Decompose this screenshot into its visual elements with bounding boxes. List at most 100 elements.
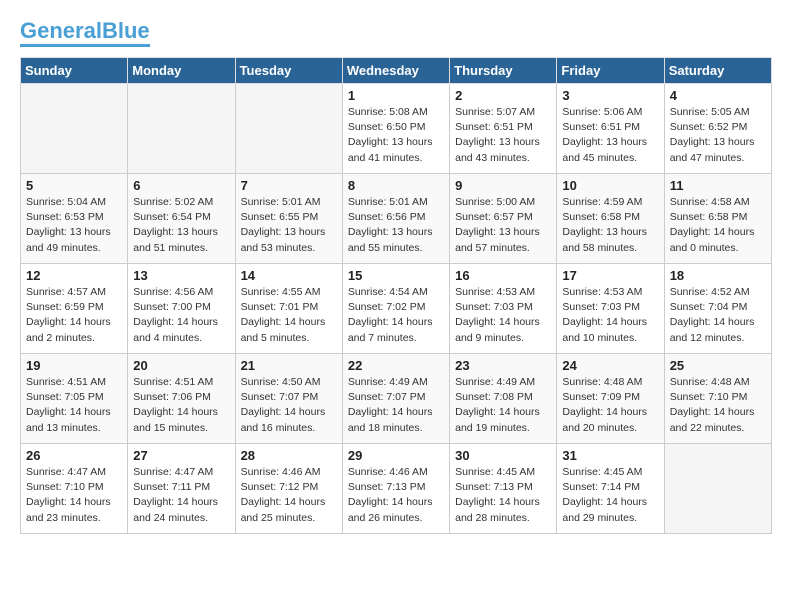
calendar-day-18: 18 Sunrise: 4:52 AM Sunset: 7:04 PM Dayli… bbox=[664, 264, 771, 354]
col-header-sunday: Sunday bbox=[21, 58, 128, 84]
day-number: 11 bbox=[670, 178, 766, 193]
day-info: Sunrise: 4:55 AM Sunset: 7:01 PM Dayligh… bbox=[241, 285, 337, 346]
day-info: Sunrise: 4:47 AM Sunset: 7:11 PM Dayligh… bbox=[133, 465, 229, 526]
day-number: 20 bbox=[133, 358, 229, 373]
col-header-tuesday: Tuesday bbox=[235, 58, 342, 84]
calendar-day-empty bbox=[21, 84, 128, 174]
logo-text: GeneralBlue bbox=[20, 20, 150, 42]
calendar-table: SundayMondayTuesdayWednesdayThursdayFrid… bbox=[20, 57, 772, 534]
calendar-day-6: 6Sunrise: 5:02 AM Sunset: 6:54 PM Daylig… bbox=[128, 174, 235, 264]
day-info: Sunrise: 4:52 AM Sunset: 7:04 PM Dayligh… bbox=[670, 285, 766, 346]
day-info: Sunrise: 5:04 AM Sunset: 6:53 PM Dayligh… bbox=[26, 195, 122, 256]
day-number: 28 bbox=[241, 448, 337, 463]
day-info: Sunrise: 4:49 AM Sunset: 7:08 PM Dayligh… bbox=[455, 375, 551, 436]
calendar-day-16: 16 Sunrise: 4:53 AM Sunset: 7:03 PM Dayli… bbox=[450, 264, 557, 354]
day-info: Sunrise: 4:56 AM Sunset: 7:00 PM Dayligh… bbox=[133, 285, 229, 346]
calendar-day-14: 14 Sunrise: 4:55 AM Sunset: 7:01 PM Dayli… bbox=[235, 264, 342, 354]
day-number: 17 bbox=[562, 268, 658, 283]
calendar-day-3: 3 Sunrise: 5:06 AM Sunset: 6:51 PM Daylig… bbox=[557, 84, 664, 174]
calendar-day-23: 23 Sunrise: 4:49 AM Sunset: 7:08 PM Dayli… bbox=[450, 354, 557, 444]
col-header-wednesday: Wednesday bbox=[342, 58, 449, 84]
day-number: 5 bbox=[26, 178, 122, 193]
day-number: 26 bbox=[26, 448, 122, 463]
calendar-day-7: 7Sunrise: 5:01 AM Sunset: 6:55 PM Daylig… bbox=[235, 174, 342, 264]
day-info: Sunrise: 4:57 AM Sunset: 6:59 PM Dayligh… bbox=[26, 285, 122, 346]
day-info: Sunrise: 5:08 AM Sunset: 6:50 PM Dayligh… bbox=[348, 105, 444, 166]
calendar-week-1: 1 Sunrise: 5:08 AM Sunset: 6:50 PM Daylig… bbox=[21, 84, 772, 174]
calendar-day-empty bbox=[664, 444, 771, 534]
day-info: Sunrise: 5:01 AM Sunset: 6:56 PM Dayligh… bbox=[348, 195, 444, 256]
day-number: 4 bbox=[670, 88, 766, 103]
calendar-day-12: 12 Sunrise: 4:57 AM Sunset: 6:59 PM Dayli… bbox=[21, 264, 128, 354]
day-info: Sunrise: 4:53 AM Sunset: 7:03 PM Dayligh… bbox=[562, 285, 658, 346]
calendar-day-11: 11Sunrise: 4:58 AM Sunset: 6:58 PM Dayli… bbox=[664, 174, 771, 264]
day-number: 15 bbox=[348, 268, 444, 283]
day-number: 24 bbox=[562, 358, 658, 373]
calendar-day-24: 24 Sunrise: 4:48 AM Sunset: 7:09 PM Dayli… bbox=[557, 354, 664, 444]
calendar-day-empty bbox=[235, 84, 342, 174]
day-info: Sunrise: 4:51 AM Sunset: 7:06 PM Dayligh… bbox=[133, 375, 229, 436]
day-info: Sunrise: 4:50 AM Sunset: 7:07 PM Dayligh… bbox=[241, 375, 337, 436]
day-number: 25 bbox=[670, 358, 766, 373]
calendar-day-26: 26 Sunrise: 4:47 AM Sunset: 7:10 PM Dayli… bbox=[21, 444, 128, 534]
logo-divider bbox=[20, 44, 150, 47]
day-info: Sunrise: 5:06 AM Sunset: 6:51 PM Dayligh… bbox=[562, 105, 658, 166]
calendar-day-28: 28 Sunrise: 4:46 AM Sunset: 7:12 PM Dayli… bbox=[235, 444, 342, 534]
col-header-thursday: Thursday bbox=[450, 58, 557, 84]
col-header-monday: Monday bbox=[128, 58, 235, 84]
day-number: 9 bbox=[455, 178, 551, 193]
day-number: 29 bbox=[348, 448, 444, 463]
day-info: Sunrise: 4:45 AM Sunset: 7:14 PM Dayligh… bbox=[562, 465, 658, 526]
calendar-header-row: SundayMondayTuesdayWednesdayThursdayFrid… bbox=[21, 58, 772, 84]
day-info: Sunrise: 4:59 AM Sunset: 6:58 PM Dayligh… bbox=[562, 195, 658, 256]
day-number: 19 bbox=[26, 358, 122, 373]
day-number: 14 bbox=[241, 268, 337, 283]
calendar-day-21: 21 Sunrise: 4:50 AM Sunset: 7:07 PM Dayli… bbox=[235, 354, 342, 444]
day-number: 7 bbox=[241, 178, 337, 193]
calendar-day-9: 9 Sunrise: 5:00 AM Sunset: 6:57 PM Daylig… bbox=[450, 174, 557, 264]
calendar-day-5: 5 Sunrise: 5:04 AM Sunset: 6:53 PM Daylig… bbox=[21, 174, 128, 264]
calendar-week-4: 19Sunrise: 4:51 AM Sunset: 7:05 PM Dayli… bbox=[21, 354, 772, 444]
calendar-day-2: 2 Sunrise: 5:07 AM Sunset: 6:51 PM Daylig… bbox=[450, 84, 557, 174]
day-info: Sunrise: 5:07 AM Sunset: 6:51 PM Dayligh… bbox=[455, 105, 551, 166]
day-info: Sunrise: 4:49 AM Sunset: 7:07 PM Dayligh… bbox=[348, 375, 444, 436]
day-number: 18 bbox=[670, 268, 766, 283]
calendar-day-empty bbox=[128, 84, 235, 174]
day-number: 27 bbox=[133, 448, 229, 463]
day-info: Sunrise: 4:54 AM Sunset: 7:02 PM Dayligh… bbox=[348, 285, 444, 346]
day-number: 21 bbox=[241, 358, 337, 373]
day-number: 16 bbox=[455, 268, 551, 283]
day-number: 22 bbox=[348, 358, 444, 373]
day-info: Sunrise: 4:48 AM Sunset: 7:09 PM Dayligh… bbox=[562, 375, 658, 436]
calendar-week-5: 26 Sunrise: 4:47 AM Sunset: 7:10 PM Dayli… bbox=[21, 444, 772, 534]
day-info: Sunrise: 4:53 AM Sunset: 7:03 PM Dayligh… bbox=[455, 285, 551, 346]
day-number: 1 bbox=[348, 88, 444, 103]
day-info: Sunrise: 4:46 AM Sunset: 7:12 PM Dayligh… bbox=[241, 465, 337, 526]
day-number: 10 bbox=[562, 178, 658, 193]
day-number: 3 bbox=[562, 88, 658, 103]
day-number: 23 bbox=[455, 358, 551, 373]
day-number: 31 bbox=[562, 448, 658, 463]
page-header: GeneralBlue bbox=[20, 20, 772, 47]
calendar-day-15: 15 Sunrise: 4:54 AM Sunset: 7:02 PM Dayli… bbox=[342, 264, 449, 354]
calendar-day-22: 22 Sunrise: 4:49 AM Sunset: 7:07 PM Dayli… bbox=[342, 354, 449, 444]
logo-blue: Blue bbox=[102, 18, 150, 43]
day-number: 12 bbox=[26, 268, 122, 283]
day-number: 13 bbox=[133, 268, 229, 283]
calendar-day-29: 29 Sunrise: 4:46 AM Sunset: 7:13 PM Dayli… bbox=[342, 444, 449, 534]
logo: GeneralBlue bbox=[20, 20, 150, 47]
calendar-day-10: 10 Sunrise: 4:59 AM Sunset: 6:58 PM Dayli… bbox=[557, 174, 664, 264]
calendar-day-30: 30Sunrise: 4:45 AM Sunset: 7:13 PM Dayli… bbox=[450, 444, 557, 534]
calendar-day-19: 19Sunrise: 4:51 AM Sunset: 7:05 PM Dayli… bbox=[21, 354, 128, 444]
calendar-day-13: 13 Sunrise: 4:56 AM Sunset: 7:00 PM Dayli… bbox=[128, 264, 235, 354]
day-info: Sunrise: 4:47 AM Sunset: 7:10 PM Dayligh… bbox=[26, 465, 122, 526]
calendar-day-25: 25 Sunrise: 4:48 AM Sunset: 7:10 PM Dayli… bbox=[664, 354, 771, 444]
day-info: Sunrise: 4:46 AM Sunset: 7:13 PM Dayligh… bbox=[348, 465, 444, 526]
day-info: Sunrise: 5:02 AM Sunset: 6:54 PM Dayligh… bbox=[133, 195, 229, 256]
calendar-week-3: 12 Sunrise: 4:57 AM Sunset: 6:59 PM Dayli… bbox=[21, 264, 772, 354]
calendar-day-31: 31 Sunrise: 4:45 AM Sunset: 7:14 PM Dayli… bbox=[557, 444, 664, 534]
day-info: Sunrise: 4:48 AM Sunset: 7:10 PM Dayligh… bbox=[670, 375, 766, 436]
col-header-friday: Friday bbox=[557, 58, 664, 84]
day-info: Sunrise: 5:00 AM Sunset: 6:57 PM Dayligh… bbox=[455, 195, 551, 256]
day-number: 2 bbox=[455, 88, 551, 103]
